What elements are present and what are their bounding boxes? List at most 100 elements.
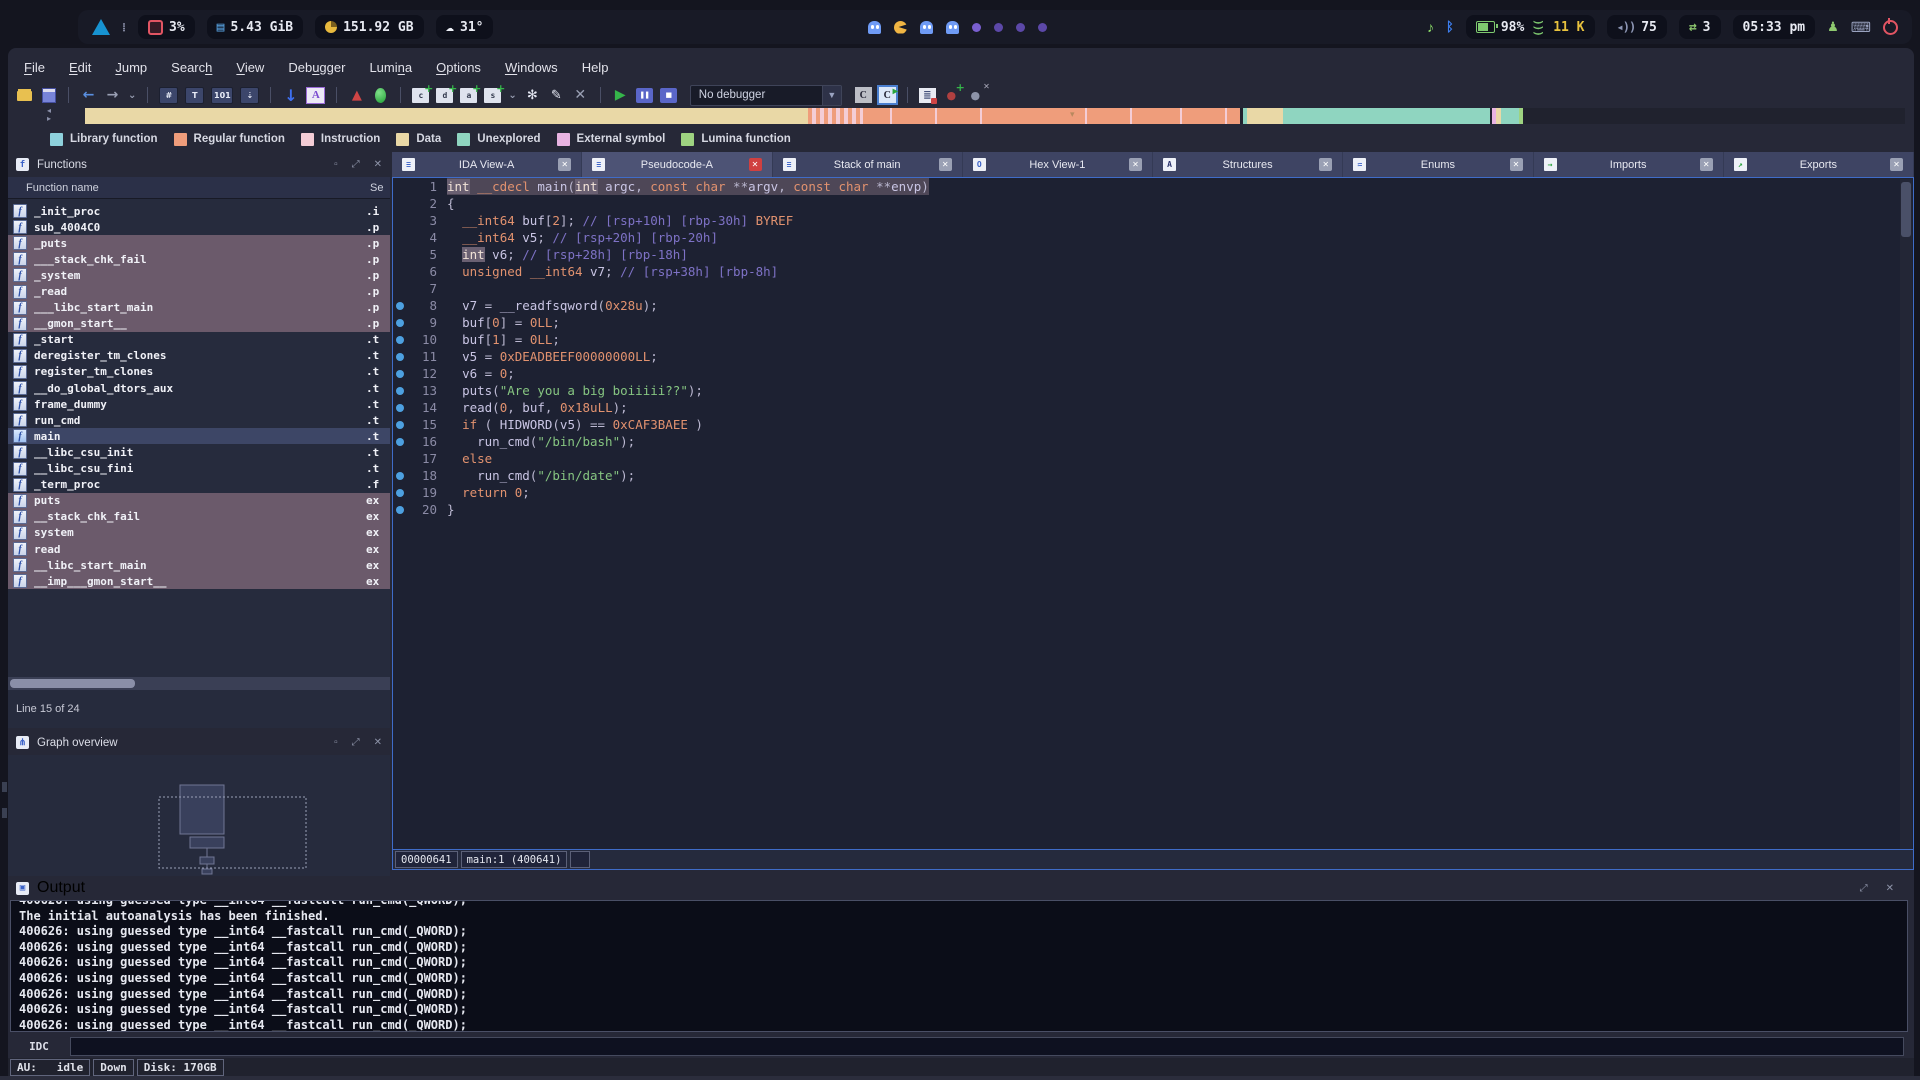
arch-linux-logo-icon[interactable] [92, 19, 110, 35]
tab-close-icon[interactable]: ✕ [1129, 158, 1142, 171]
debugger-combo[interactable]: No debugger▼ [690, 85, 842, 106]
search-address-icon[interactable]: # [159, 87, 178, 104]
dock-edge-marker[interactable] [2, 782, 7, 792]
code-line[interactable]: 1int __cdecl main(int argc, const char *… [393, 178, 1913, 195]
search-text-icon[interactable]: T [185, 87, 204, 104]
user-icon[interactable]: ♟ [1827, 19, 1839, 35]
menu-jump[interactable]: Jump [105, 57, 157, 78]
function-row[interactable]: f__libc_start_mainex [8, 557, 390, 573]
pseudocode-view[interactable]: 1int __cdecl main(int argc, const char *… [392, 177, 1914, 870]
tab-close-icon[interactable]: ✕ [939, 158, 952, 171]
navigation-band[interactable]: ▾ [85, 108, 1905, 124]
pseudocode-vscrollbar[interactable] [1900, 179, 1912, 850]
code-line[interactable]: 16 run_cmd("/bin/bash"); [393, 433, 1913, 450]
code-line[interactable]: 5 int v6; // [rsp+28h] [rbp-18h] [393, 246, 1913, 263]
code-line[interactable]: 20} [393, 501, 1913, 518]
breakpoint-dot[interactable] [393, 421, 407, 429]
tab-pseudocode-a[interactable]: ≡Pseudocode-A✕ [582, 152, 772, 177]
tab-close-icon[interactable]: ✕ [558, 158, 571, 171]
function-row[interactable]: f_read.p [8, 283, 390, 299]
updates-widget[interactable]: ⇄ 3 [1679, 15, 1721, 39]
tab-close-icon[interactable]: ✕ [1700, 158, 1713, 171]
graph-overview-header[interactable]: ⋔ Graph overview ▫ ⤢ ✕ [8, 730, 390, 755]
dock-edge-marker[interactable] [2, 808, 7, 818]
make-unknown-icon[interactable]: ✻ [524, 87, 541, 104]
tab-structures[interactable]: AStructures✕ [1153, 152, 1343, 177]
workspace-dot-icon[interactable] [994, 23, 1003, 32]
function-row[interactable]: freadex [8, 541, 390, 557]
make-name-icon[interactable]: a [460, 88, 477, 103]
float-icon[interactable]: ⤢ [352, 737, 360, 748]
code-line[interactable]: 7 [393, 280, 1913, 297]
function-row[interactable]: f__do_global_dtors_aux.t [8, 380, 390, 396]
code-line[interactable]: 2{ [393, 195, 1913, 212]
breakpoint-dot[interactable] [393, 489, 407, 497]
breakpoint-dot[interactable] [393, 506, 407, 514]
functions-panel-header[interactable]: f Functions ▫ ⤢ ✕ [8, 152, 390, 177]
menu-lumina[interactable]: Lumina [359, 57, 422, 78]
code-line[interactable]: 3 __int64 buf[2]; // [rsp+10h] [rbp-30h]… [393, 212, 1913, 229]
function-row[interactable]: fframe_dummy.t [8, 396, 390, 412]
float-icon[interactable]: ⤢ [1860, 883, 1868, 894]
tab-close-icon[interactable]: ✕ [1319, 158, 1332, 171]
code-line[interactable]: 10 buf[1] = 0LL; [393, 331, 1913, 348]
workspace-dot-icon[interactable] [1016, 23, 1025, 32]
function-row[interactable]: f___stack_chk_fail.p [8, 251, 390, 267]
code-line[interactable]: 19 return 0; [393, 484, 1913, 501]
tab-enums[interactable]: ≔Enums✕ [1343, 152, 1533, 177]
script-snippets-icon[interactable]: ≣ [919, 88, 936, 103]
jump-address-icon[interactable]: ↓ [282, 87, 299, 104]
navband-segment-regular[interactable] [863, 108, 1240, 124]
jump-back-icon[interactable]: ← [80, 87, 97, 104]
tab-imports[interactable]: →Imports✕ [1534, 152, 1724, 177]
breakpoint-dot[interactable] [393, 404, 407, 412]
compile-script-icon[interactable]: C [855, 87, 872, 103]
navband-segment-instruction[interactable] [980, 108, 982, 124]
navband-segment-instruction[interactable] [890, 108, 892, 124]
function-row[interactable]: f__gmon_start__.p [8, 316, 390, 332]
workspace-ghost-icon[interactable] [946, 21, 959, 34]
output-panel-header[interactable]: ▣ Output ⤢ ✕ [8, 876, 1914, 900]
add-breakpoint-icon[interactable]: ● [943, 87, 960, 104]
close-icon[interactable]: ✕ [1886, 883, 1894, 894]
search-binary-icon[interactable]: 101 [211, 87, 233, 104]
menu-dots-icon[interactable]: ⁞ [122, 20, 126, 35]
breakpoint-dot[interactable] [393, 302, 407, 310]
menu-view[interactable]: View [226, 57, 274, 78]
make-code-icon[interactable]: c [412, 88, 429, 103]
function-row[interactable]: f_start.t [8, 332, 390, 348]
column-segment[interactable]: Se [370, 182, 386, 194]
tab-close-icon[interactable]: ✕ [1890, 158, 1903, 171]
menu-options[interactable]: Options [426, 57, 491, 78]
code-line[interactable]: 17 else [393, 450, 1913, 467]
code-line[interactable]: 12 v6 = 0; [393, 365, 1913, 382]
breakpoint-dot[interactable] [393, 336, 407, 344]
workspace-ghost-icon[interactable] [868, 21, 881, 34]
close-icon[interactable]: ✕ [374, 159, 382, 170]
breakpoint-dot[interactable] [393, 370, 407, 378]
function-row[interactable]: frun_cmd.t [8, 412, 390, 428]
navband-segment-lumina[interactable] [1519, 108, 1523, 124]
tab-close-icon[interactable]: ✕ [1510, 158, 1523, 171]
volume-widget[interactable]: ◂)) 75 [1607, 15, 1667, 39]
music-icon[interactable]: ♪ [1427, 19, 1434, 35]
function-row[interactable]: f__imp___gmon_start__ex [8, 573, 390, 589]
close-icon[interactable]: ✕ [374, 737, 382, 748]
edit-function-icon[interactable]: ✎ [548, 87, 565, 104]
navband-segment-instruction[interactable] [1180, 108, 1182, 124]
idc-input[interactable] [70, 1037, 1904, 1056]
output-console[interactable]: 400626: using guessed type __int64 __fas… [10, 900, 1908, 1032]
jump-forward-menu-icon[interactable]: ⌄ [128, 87, 136, 104]
breakpoint-dot[interactable] [393, 472, 407, 480]
function-row[interactable]: f___libc_start_main.p [8, 300, 390, 316]
navband-segment-unexplored[interactable] [1501, 108, 1519, 124]
make-string-icon[interactable]: s [484, 88, 501, 103]
navband-segment-instruction[interactable] [1085, 108, 1087, 124]
menu-file[interactable]: File [14, 57, 55, 78]
code-line[interactable]: 4 __int64 v5; // [rsp+20h] [rbp-20h] [393, 229, 1913, 246]
code-line[interactable]: 15 if ( HIDWORD(v5) == 0xCAF3BAEE ) [393, 416, 1913, 433]
code-line[interactable]: 6 unsigned __int64 v7; // [rsp+38h] [rbp… [393, 263, 1913, 280]
search-next-icon[interactable]: ⇣ [240, 87, 259, 104]
tab-hex-view-1[interactable]: OHex View-1✕ [963, 152, 1153, 177]
function-row[interactable]: fputsex [8, 493, 390, 509]
